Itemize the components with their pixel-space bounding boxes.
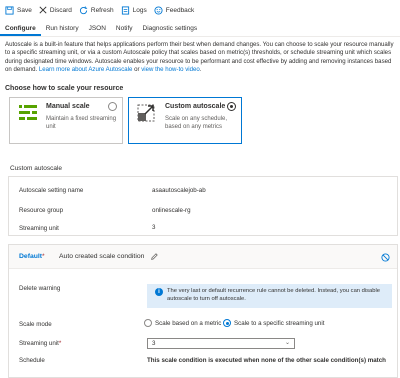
custom-autoscale-card[interactable]: Custom autoscale Scale on any schedule, …: [128, 97, 242, 144]
refresh-button[interactable]: Refresh: [79, 5, 114, 15]
scale-metric-option[interactable]: Scale based on a metric: [144, 319, 221, 327]
tab-notify[interactable]: Notify: [111, 22, 138, 36]
scale-specific-option[interactable]: Scale to a specific streaming unit: [223, 319, 324, 327]
tab-json[interactable]: JSON: [84, 22, 111, 36]
autoscale-settings-panel: Autoscale setting name asaautoscalejob-a…: [8, 176, 398, 236]
feedback-icon: [154, 5, 163, 15]
refresh-icon: [79, 5, 87, 14]
scale-specific-label: Scale to a specific streaming unit: [234, 319, 325, 327]
condition-streaming-unit-label: Streaming unit*: [19, 340, 61, 347]
scale-mode-label: Scale mode: [19, 321, 52, 328]
custom-autoscale-heading: Custom autoscale: [10, 165, 63, 172]
discard-button[interactable]: Discard: [39, 6, 72, 14]
logs-button[interactable]: Logs: [121, 5, 147, 15]
intro-connector: or: [132, 65, 142, 73]
streaming-unit-label: Streaming unit: [19, 225, 59, 232]
custom-autoscale-icon: [137, 104, 155, 122]
resource-group-value: onlinescale-rg: [152, 207, 191, 214]
logs-label: Logs: [132, 6, 147, 14]
learn-more-link[interactable]: Learn more about Azure Autoscale: [39, 66, 133, 73]
default-condition-label: Default*: [19, 253, 45, 260]
save-label: Save: [17, 6, 32, 14]
command-bar: Save Discard Refresh Logs Feedback: [0, 0, 400, 20]
custom-autoscale-radio[interactable]: [227, 102, 236, 111]
custom-autoscale-desc: Scale on any schedule, based on any metr…: [165, 116, 228, 130]
info-icon: i: [155, 288, 163, 296]
manual-scale-desc: Maintain a fixed streaming unit: [46, 116, 117, 130]
custom-autoscale-title: Custom autoscale: [165, 103, 226, 110]
default-label-text: Default: [19, 253, 43, 260]
schedule-label: Schedule: [19, 357, 45, 364]
manual-scale-icon: [19, 104, 37, 121]
discard-icon: [39, 6, 47, 14]
pencil-icon[interactable]: [150, 253, 158, 261]
discard-label: Discard: [49, 6, 72, 14]
tab-bar: Configure Run history JSON Notify Diagno…: [0, 22, 400, 37]
streaming-unit-value: 3: [152, 224, 156, 231]
streaming-unit-dropdown[interactable]: 3 ⌄: [147, 338, 295, 349]
condition-name: Auto created scale condition: [59, 253, 145, 260]
scale-specific-radio[interactable]: [223, 319, 231, 327]
resource-group-label: Resource group: [19, 207, 64, 214]
manual-scale-title: Manual scale: [46, 103, 90, 110]
how-to-video-link[interactable]: view the how-to video: [141, 66, 200, 73]
intro-paragraph: Autoscale is a built-in feature that hel…: [5, 41, 397, 74]
save-button[interactable]: Save: [5, 5, 32, 15]
save-icon: [5, 5, 14, 15]
logs-icon: [121, 5, 129, 15]
delete-warning-label: Delete warning: [19, 285, 61, 292]
delete-warning-message: i The very last or default recurrence ru…: [147, 284, 392, 308]
scale-metric-radio[interactable]: [144, 319, 152, 327]
scale-condition-header: Default* Auto created scale condition: [9, 245, 397, 269]
manual-scale-card[interactable]: Manual scale Maintain a fixed streaming …: [9, 97, 123, 144]
setting-name-value: asaautoscalejob-ab: [152, 187, 206, 194]
required-mark: *: [42, 253, 45, 260]
choose-scale-heading: Choose how to scale your resource: [5, 85, 124, 92]
feedback-label: Feedback: [165, 6, 195, 14]
intro-end: .: [199, 65, 202, 73]
setting-name-label: Autoscale setting name: [19, 187, 84, 194]
tab-configure[interactable]: Configure: [0, 22, 41, 36]
chevron-down-icon: ⌄: [284, 340, 290, 346]
scale-condition-panel: Default* Auto created scale condition De…: [8, 244, 398, 378]
schedule-value: This scale condition is executed when no…: [147, 357, 386, 364]
delete-warning-text: The very last or default recurrence rule…: [167, 288, 381, 302]
tab-diagnostic-settings[interactable]: Diagnostic settings: [138, 22, 203, 36]
tab-run-history[interactable]: Run history: [41, 22, 84, 36]
condition-streaming-unit-text: Streaming unit: [19, 340, 59, 347]
condition-streaming-unit-required: *: [58, 340, 62, 347]
streaming-unit-selected: 3: [152, 340, 156, 347]
feedback-button[interactable]: Feedback: [154, 5, 195, 15]
scale-metric-label: Scale based on a metric: [155, 319, 222, 327]
disable-icon[interactable]: [381, 253, 390, 262]
manual-scale-radio[interactable]: [108, 102, 117, 111]
refresh-label: Refresh: [90, 6, 114, 14]
